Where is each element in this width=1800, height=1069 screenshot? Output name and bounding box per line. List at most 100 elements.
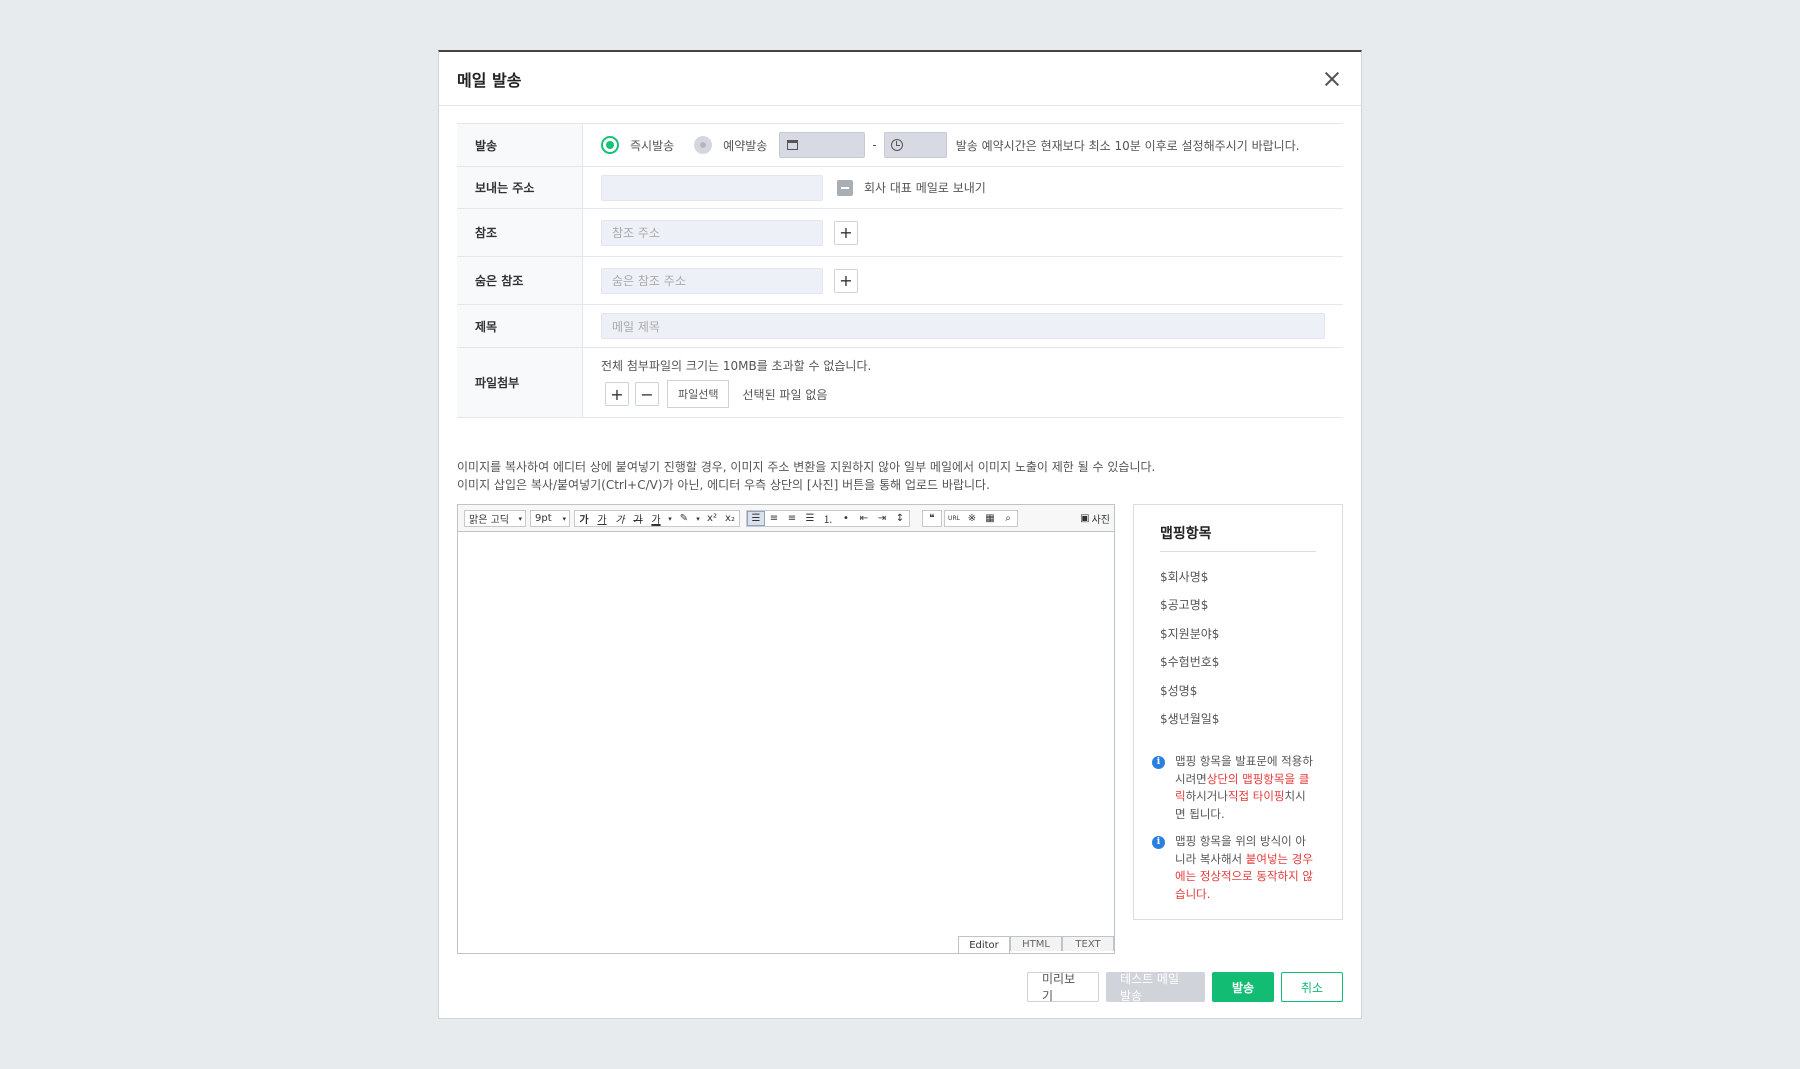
add-file-button[interactable]: + xyxy=(605,382,629,406)
mapping-item[interactable]: $성명$ xyxy=(1160,676,1316,705)
quote-icon[interactable]: ❝ xyxy=(923,511,941,526)
chevron-down-icon: ▾ xyxy=(562,514,566,523)
font-select[interactable]: 맑은 고딕 ▾ xyxy=(464,510,526,527)
photo-icon: ▣ xyxy=(1080,513,1090,524)
info-icon: i xyxy=(1152,836,1165,849)
mapping-notes: i 맵핑 항목을 발표문에 적용하시려면상단의 맵핑항목을 클릭하시거나직접 타… xyxy=(1152,753,1316,903)
file-select-button[interactable]: 파일선택 xyxy=(667,380,730,408)
mapping-title: 맵핑항목 xyxy=(1160,505,1316,552)
photo-button[interactable]: ▣ 사진 xyxy=(1080,510,1110,527)
search-icon[interactable]: ⌕ xyxy=(999,511,1017,526)
mapping-panel: 맵핑항목 $회사명$ $공고명$ $지원분야$ $수험번호$ $성명$ $생년월… xyxy=(1133,504,1343,920)
mail-send-modal: 메일 발송 발송 즉시발송 예약발송 - 발송 예약시간은 현재보다 최소 10… xyxy=(438,50,1362,1019)
send-options: 즉시발송 예약발송 - 발송 예약시간은 현재보다 최소 10분 이후로 설정해… xyxy=(583,124,1343,166)
attach-info: 전체 첨부파일의 크기는 10MB를 초과할 수 없습니다. xyxy=(601,359,872,373)
cc-input[interactable]: 참조 주소 xyxy=(601,219,823,246)
mapping-item[interactable]: $회사명$ xyxy=(1160,562,1316,591)
mapping-list: $회사명$ $공고명$ $지원분야$ $수험번호$ $성명$ $생년월일$ xyxy=(1160,562,1316,733)
mapping-item[interactable]: $공고명$ xyxy=(1160,591,1316,620)
underline-button[interactable]: 가 xyxy=(593,511,611,526)
date-picker[interactable] xyxy=(779,132,866,158)
chevron-down-icon: ▾ xyxy=(518,514,522,523)
remove-file-button[interactable]: − xyxy=(635,382,659,406)
bcc-input[interactable]: 숨은 참조 주소 xyxy=(601,267,823,294)
size-select[interactable]: 9pt ▾ xyxy=(530,510,570,527)
bcc-row: 숨은 참조 숨은 참조 주소 + xyxy=(457,257,1343,305)
clock-icon xyxy=(890,139,903,151)
cancel-button[interactable]: 취소 xyxy=(1281,972,1343,1002)
subject-body: 메일 제목 xyxy=(583,305,1343,347)
text-format-group: 가 가 가 가 가 ▾ ✎ ▾ x² x₂ xyxy=(574,510,740,527)
mapping-item[interactable]: $지원분야$ xyxy=(1160,619,1316,648)
table-icon[interactable]: ▦ xyxy=(981,511,999,526)
preview-button[interactable]: 미리보기 xyxy=(1027,972,1099,1003)
mapping-note-1: i 맵핑 항목을 발표문에 적용하시려면상단의 맵핑항목을 클릭하시거나직접 타… xyxy=(1152,753,1316,823)
bullet-list-icon[interactable]: • xyxy=(837,511,855,526)
from-label: 보내는 주소 xyxy=(457,167,583,208)
editor-mode-tabs: Editor HTML TEXT xyxy=(958,936,1114,953)
align-justify-icon[interactable]: ☰ xyxy=(801,511,819,526)
mail-form: 발송 즉시발송 예약발송 - 발송 예약시간은 현재보다 최소 10분 이후로 … xyxy=(457,123,1343,418)
align-center-icon[interactable]: ≡ xyxy=(765,511,783,526)
indent-icon[interactable]: ⇥ xyxy=(873,511,891,526)
strike-button[interactable]: 가 xyxy=(629,511,647,526)
mapping-item[interactable]: $수험번호$ xyxy=(1160,648,1316,677)
date-time-separator: - xyxy=(872,138,877,152)
company-mail-label: 회사 대표 메일로 보내기 xyxy=(864,181,986,195)
superscript-icon[interactable]: x² xyxy=(703,511,721,526)
send-button[interactable]: 발송 xyxy=(1212,972,1274,1002)
cc-row: 참조 참조 주소 + xyxy=(457,209,1343,257)
chevron-down-icon[interactable]: ▾ xyxy=(665,511,675,526)
cc-label: 참조 xyxy=(457,209,583,256)
bold-button[interactable]: 가 xyxy=(575,511,593,526)
modal-header: 메일 발송 xyxy=(439,52,1361,106)
mapping-item[interactable]: $생년월일$ xyxy=(1160,705,1316,734)
radio-immediate[interactable] xyxy=(601,136,619,154)
rich-text-editor: 맑은 고딕 ▾ 9pt ▾ 가 가 가 가 가 ▾ ✎ ▾ x² x₂ ☰ ≡ ≡ … xyxy=(457,504,1115,954)
info-icon: i xyxy=(1152,756,1165,769)
radio-scheduled[interactable] xyxy=(694,136,713,154)
special-char-icon[interactable]: ※ xyxy=(963,511,981,526)
add-bcc-button[interactable]: + xyxy=(834,268,858,293)
editor-content-area[interactable] xyxy=(458,532,1114,932)
modal-footer: 미리보기 테스트 메일 발송 발송 취소 xyxy=(1020,972,1343,1003)
insert-group: URL ※ ▦ ⌕ xyxy=(944,510,1018,527)
attach-label: 파일첨부 xyxy=(457,348,583,417)
photo-label: 사진 xyxy=(1091,515,1110,526)
align-left-icon[interactable]: ☰ xyxy=(747,511,765,526)
from-input[interactable] xyxy=(601,174,823,201)
company-mail-checkbox[interactable] xyxy=(837,179,853,196)
chevron-down-icon[interactable]: ▾ xyxy=(693,511,703,526)
bcc-body: 숨은 참조 주소 + xyxy=(583,257,1343,304)
file-status: 선택된 파일 없음 xyxy=(742,387,828,402)
font-color-button[interactable]: 가 xyxy=(647,511,665,526)
calendar-icon xyxy=(787,140,799,150)
paragraph-group: ☰ ≡ ≡ ☰ ⒈ • ⇤ ⇥ ↕ xyxy=(746,510,910,527)
bcc-label: 숨은 참조 xyxy=(457,257,583,304)
time-picker[interactable] xyxy=(883,132,947,158)
subject-row: 제목 메일 제목 xyxy=(457,305,1343,348)
mapping-note-2-text: 맵핑 항목을 위의 방식이 아니라 복사해서 붙여넣는 경우에는 정상적으로 동… xyxy=(1175,834,1313,901)
outdent-icon[interactable]: ⇤ xyxy=(855,511,873,526)
font-select-value: 맑은 고딕 xyxy=(469,515,509,526)
tab-html[interactable]: HTML xyxy=(1010,936,1062,951)
tab-editor[interactable]: Editor xyxy=(958,936,1010,953)
link-icon[interactable]: URL xyxy=(945,511,963,526)
quote-group: ❝ xyxy=(922,510,942,527)
highlight-icon[interactable]: ✎ xyxy=(675,511,693,526)
editor-toolbar: 맑은 고딕 ▾ 9pt ▾ 가 가 가 가 가 ▾ ✎ ▾ x² x₂ ☰ ≡ ≡ … xyxy=(458,505,1114,532)
from-row: 보내는 주소 회사 대표 메일로 보내기 xyxy=(457,167,1343,209)
ordered-list-icon[interactable]: ⒈ xyxy=(819,511,837,526)
tab-text[interactable]: TEXT xyxy=(1062,936,1114,951)
italic-button[interactable]: 가 xyxy=(611,511,629,526)
subscript-icon[interactable]: x₂ xyxy=(721,511,739,526)
subject-input[interactable]: 메일 제목 xyxy=(601,313,1325,339)
schedule-hint: 발송 예약시간은 현재보다 최소 10분 이후로 설정해주시기 바랍니다. xyxy=(955,138,1300,153)
image-notice: 이미지를 복사하여 에디터 상에 붙여넣기 진행할 경우, 이미지 주소 변환을… xyxy=(457,458,1155,494)
add-cc-button[interactable]: + xyxy=(834,220,858,245)
close-icon[interactable] xyxy=(1321,68,1343,90)
align-right-icon[interactable]: ≡ xyxy=(783,511,801,526)
radio-immediate-label: 즉시발송 xyxy=(630,138,675,153)
line-height-icon[interactable]: ↕ xyxy=(891,511,909,526)
test-mail-button[interactable]: 테스트 메일 발송 xyxy=(1106,972,1205,1003)
